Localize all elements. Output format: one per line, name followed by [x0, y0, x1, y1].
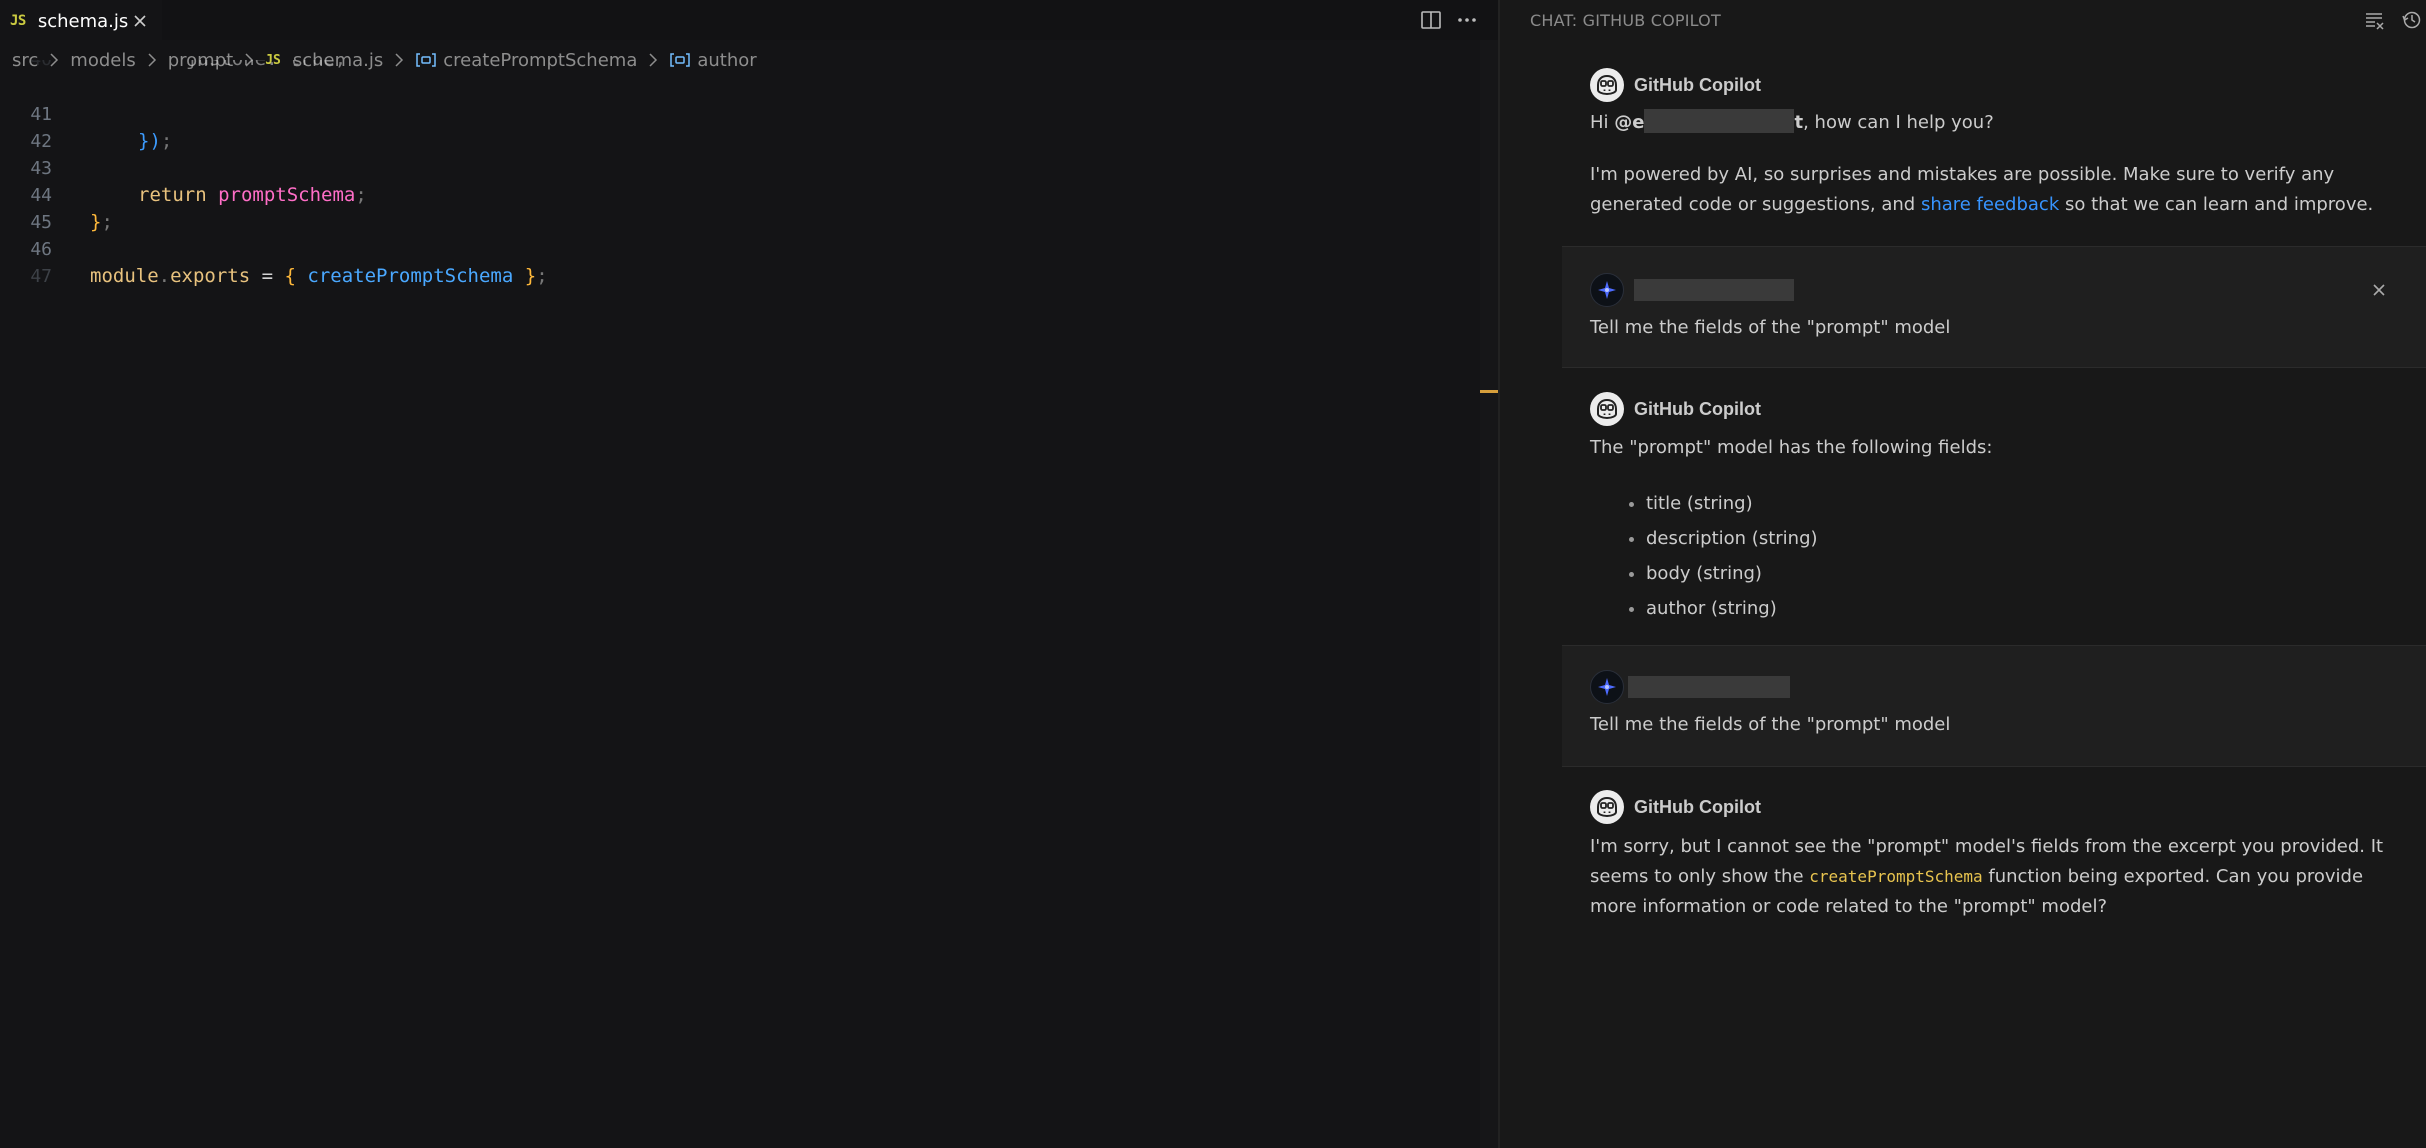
close-icon[interactable]	[2368, 279, 2390, 301]
copilot-icon	[1590, 68, 1624, 102]
scrollbar-cursor-marker	[1480, 390, 1498, 393]
field-list: title (string) description (string) body…	[1646, 486, 1818, 626]
welcome-disclaimer: I'm powered by AI, so surprises and mist…	[1590, 160, 2400, 220]
message-header: GitHub Copilot	[1590, 392, 1761, 426]
code-identifier: createPromptSchema	[307, 265, 514, 287]
code-identifier: exports	[170, 265, 251, 287]
code-text: justOne: true,	[186, 60, 346, 73]
message-author: GitHub Copilot	[1634, 398, 1761, 419]
history-icon[interactable]	[2400, 10, 2422, 35]
user-message-text: Tell me the fields of the "prompt" model	[1590, 317, 1951, 338]
user-avatar-icon	[1590, 670, 1624, 704]
code-token: .	[158, 265, 171, 287]
redacted-username	[1628, 676, 1790, 698]
editor-scrollbar[interactable]	[1480, 40, 1498, 1148]
editor-area: JS schema.js src models prompt JS schema…	[0, 0, 1498, 1148]
copilot-icon	[1590, 790, 1624, 824]
chat-message-user: Tell me the fields of the "prompt" model	[1562, 246, 2426, 368]
code-line-46: 46 module.exports = { createPromptSchema…	[0, 209, 1480, 287]
inline-code: createPromptSchema	[1809, 867, 1983, 886]
message-header	[1590, 670, 1790, 704]
code-token: =	[250, 265, 285, 287]
message-author: GitHub Copilot	[1634, 796, 1761, 817]
reply-intro: The "prompt" model has the following fie…	[1590, 437, 1993, 458]
chat-panel: CHAT: GITHUB COPILOT GitHub Copilot Hi @…	[1498, 0, 2426, 1148]
user-avatar-icon	[1590, 273, 1624, 307]
code-line-44: 44 };	[0, 155, 1480, 233]
list-item: author (string)	[1646, 591, 1818, 626]
chat-message-welcome: GitHub Copilot Hi @e t, how can I help yo…	[1562, 62, 2426, 244]
code-line-42: 42	[0, 101, 1480, 152]
chat-message-user: Tell me the fields of the "prompt" model	[1562, 645, 2426, 767]
line-number: 47	[30, 266, 52, 287]
code-token: {	[284, 265, 296, 287]
code-token: }	[524, 265, 537, 287]
user-message-text: Tell me the fields of the "prompt" model	[1590, 714, 1951, 735]
code-line-45: 45	[0, 182, 1480, 233]
list-item: body (string)	[1646, 556, 1818, 591]
user-mention-end: t	[1794, 112, 1804, 133]
greeting-suffix: , how can I help you?	[1803, 112, 1994, 133]
chat-message-copilot: GitHub Copilot I'm sorry, but I cannot s…	[1562, 768, 2426, 948]
tab-label: schema.js	[37, 10, 129, 32]
reply-text: I'm sorry, but I cannot see the "prompt"…	[1590, 832, 2400, 922]
copilot-icon	[1590, 392, 1624, 426]
line-number: 40	[0, 60, 52, 73]
greeting-prefix: Hi	[1590, 112, 1615, 133]
tab-schema-js[interactable]: JS schema.js	[0, 0, 162, 40]
list-item: description (string)	[1646, 521, 1818, 556]
message-header	[1590, 273, 1794, 307]
more-actions-icon[interactable]	[1456, 10, 1478, 30]
code-line-41: 41 });	[0, 74, 1480, 152]
code-token: ;	[536, 265, 548, 287]
message-header: GitHub Copilot	[1590, 790, 1761, 824]
chat-message-copilot: GitHub Copilot The "prompt" model has th…	[1562, 370, 2426, 644]
code-line-47: 47	[0, 236, 1480, 287]
clear-chat-icon[interactable]	[2364, 10, 2386, 35]
split-editor-icon[interactable]	[1420, 10, 1442, 30]
code-editor[interactable]: 40 justOne: true, 41 }); 42 43 return pr…	[0, 60, 1480, 287]
js-file-icon: JS	[10, 13, 26, 29]
code-line-43: 43 return promptSchema;	[0, 128, 1480, 206]
chat-panel-title: CHAT: GITHUB COPILOT	[1530, 10, 1721, 30]
welcome-greeting: Hi @e t, how can I help you?	[1590, 108, 2400, 138]
list-item: title (string)	[1646, 486, 1818, 521]
user-mention: @e	[1614, 112, 1645, 133]
chat-header-actions	[2364, 10, 2422, 35]
message-header: GitHub Copilot	[1590, 68, 1761, 102]
editor-tab-bar: JS schema.js	[0, 0, 1498, 40]
disclaimer-text: so that we can learn and improve.	[2059, 194, 2374, 215]
message-author: GitHub Copilot	[1634, 74, 1761, 95]
code-identifier: module	[90, 265, 159, 287]
redacted-username	[1634, 279, 1794, 301]
code-line-40: 40 justOne: true,	[0, 60, 1480, 74]
close-icon[interactable]	[130, 11, 150, 31]
redacted-text	[1644, 109, 1795, 133]
share-feedback-link[interactable]: share feedback	[1921, 194, 2059, 215]
